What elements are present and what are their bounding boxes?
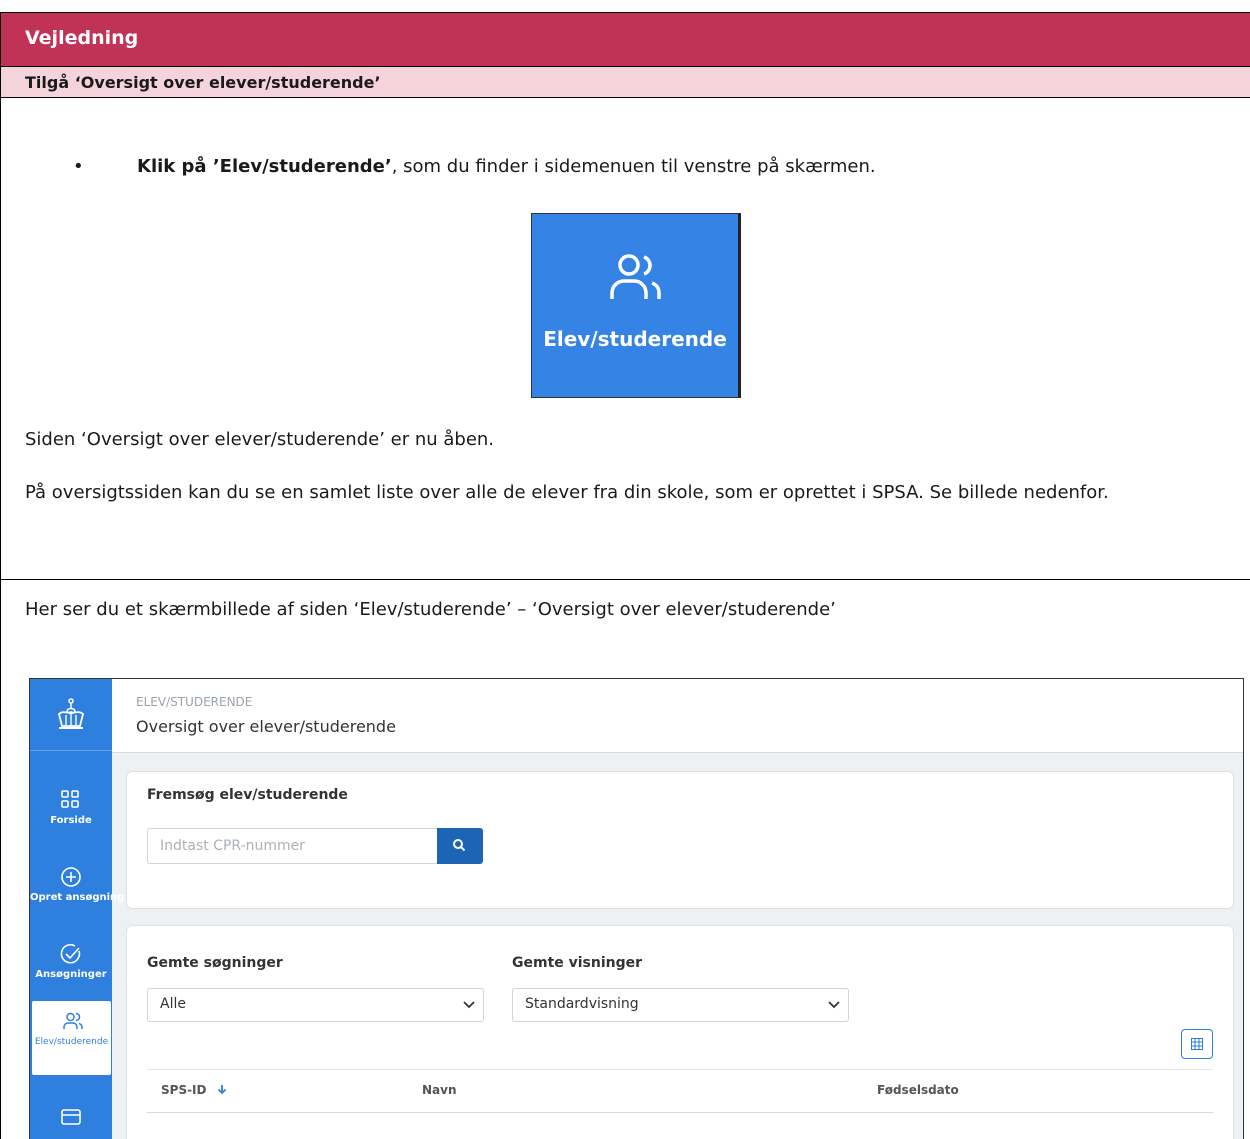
grid-icon (61, 790, 79, 808)
chevron-down-icon (828, 1001, 840, 1009)
instruction-rest: , som du finder i sidemenuen til venstre… (391, 156, 876, 177)
breadcrumb[interactable]: ELEV/STUDERENDE (136, 695, 252, 709)
table-icon (1191, 1038, 1203, 1050)
sidebar-label-forside: Forside (50, 815, 92, 826)
sidebar-item-forside[interactable]: Forside (30, 779, 112, 853)
screenshot-section: Her ser du et skærmbillede af siden ‘Ele… (1, 580, 1250, 1139)
saved-searches-label: Gemte søgninger (147, 955, 283, 971)
crown-logo (30, 679, 112, 751)
sidebar-item-opret-ansoegning[interactable]: Opret ansøgning (30, 856, 125, 930)
arrow-down-icon (217, 1085, 226, 1095)
nav-tile-elev-studerende[interactable]: Elev/studerende (531, 213, 741, 398)
results-card: Gemte søgninger Gemte visninger Alle Sta… (126, 925, 1234, 1139)
paragraph-page-open: Siden ‘Oversigt over elever/studerende’ … (25, 429, 495, 450)
crown-icon (58, 698, 84, 729)
app-sidebar: Forside Opret ansøgning Ansøgninger Elev… (30, 679, 125, 1139)
saved-views-select[interactable]: Standardvisning (512, 988, 849, 1022)
users-icon (63, 1012, 83, 1029)
table-view-button[interactable] (1181, 1029, 1213, 1059)
sidebar-item-ansoegninger[interactable]: Ansøgninger (30, 933, 112, 1007)
bullet-dot: • (73, 156, 84, 177)
check-circle-icon (60, 943, 81, 964)
users-icon (610, 254, 661, 299)
search-card: Fremsøg elev/studerende (126, 771, 1234, 909)
column-header-sps-id-label: SPS-ID (161, 1083, 207, 1097)
table-header-divider (147, 1112, 1213, 1113)
guide-header: Vejledning (1, 13, 1250, 67)
sidebar-item-elev-studerende[interactable]: Elev/studerende (32, 1001, 111, 1075)
search-icon (453, 839, 466, 852)
page-title: Oversigt over elever/studerende (136, 717, 396, 736)
guide-subheader: Tilgå ‘Oversigt over elever/studerende’ (1, 67, 1250, 98)
instruction-section: • Klik på ’Elev/studerende’, som du find… (1, 99, 1250, 580)
table-top-divider (147, 1069, 1213, 1070)
app-topbar: ELEV/STUDERENDE Oversigt over elever/stu… (112, 679, 1243, 753)
saved-views-value: Standardvisning (525, 996, 639, 1012)
instruction-bold: Klik på ’Elev/studerende’ (137, 156, 392, 177)
saved-searches-select[interactable]: Alle (147, 988, 484, 1022)
column-header-navn[interactable]: Navn (422, 1083, 457, 1097)
saved-searches-value: Alle (160, 996, 186, 1012)
column-header-foedselsdato[interactable]: Fødselsdato (877, 1083, 959, 1097)
app-screenshot: Forside Opret ansøgning Ansøgninger Elev… (29, 678, 1244, 1139)
cpr-search-input[interactable] (147, 828, 439, 864)
sidebar-label-elev-studerende: Elev/studerende (34, 1037, 109, 1047)
screenshot-caption: Her ser du et skærmbillede af siden ‘Ele… (25, 599, 836, 620)
sidebar-label-opret-ansoegning: Opret ansøgning (30, 892, 125, 903)
nav-tile-label: Elev/studerende (543, 327, 727, 351)
chevron-down-icon (463, 1001, 475, 1009)
search-button[interactable] (437, 828, 483, 864)
search-card-title: Fremsøg elev/studerende (147, 787, 348, 803)
plus-circle-icon (61, 867, 81, 887)
card-icon (61, 1109, 81, 1125)
column-header-sps-id[interactable]: SPS-ID (161, 1083, 227, 1097)
saved-views-label: Gemte visninger (512, 955, 643, 971)
paragraph-overview: På oversigtssiden kan du se en samlet li… (25, 482, 1109, 503)
guide-document: Vejledning Tilgå ‘Oversigt over elever/s… (0, 12, 1250, 1139)
sidebar-item-card[interactable] (30, 1097, 112, 1139)
sidebar-label-ansoegninger: Ansøgninger (35, 969, 107, 980)
instruction-text: Klik på ’Elev/studerende’, som du finder… (137, 156, 876, 177)
